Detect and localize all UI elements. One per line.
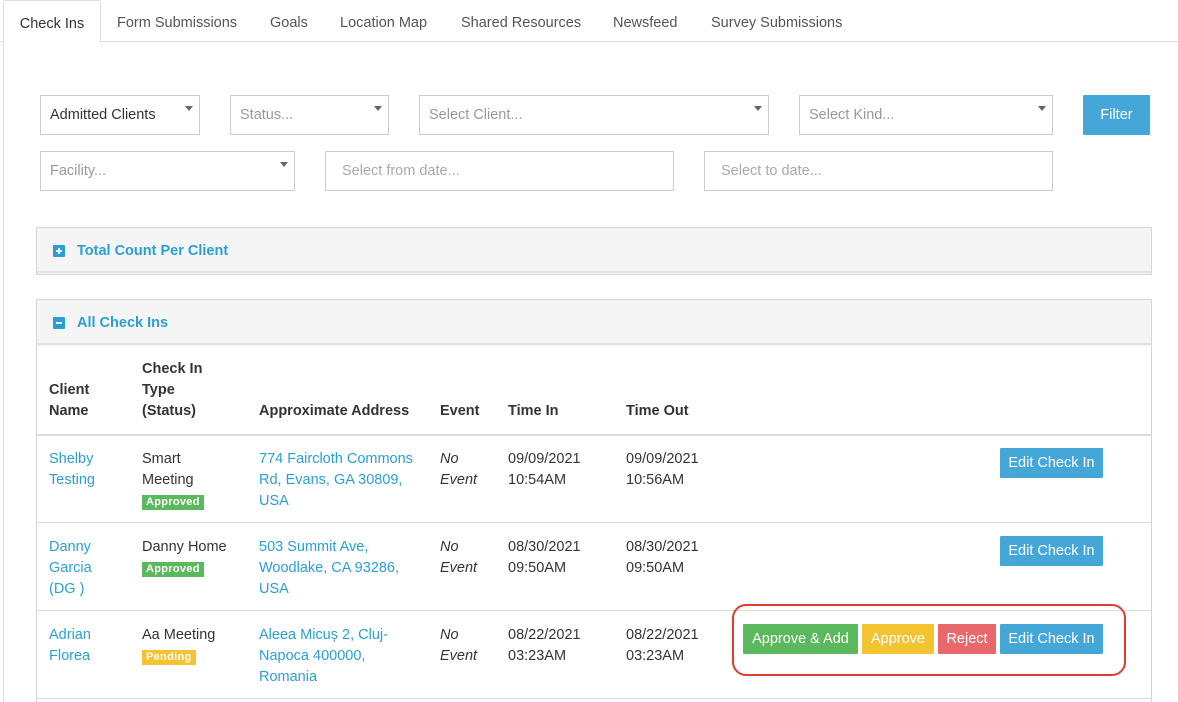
time-out-value: 09/09/2021 10:56AM [626, 451, 699, 488]
facility-placeholder: Facility... [50, 163, 107, 179]
kind-select[interactable]: Select Kind... [799, 95, 1053, 135]
header-address: Approximate Address [259, 403, 410, 419]
status-badge: Approved [142, 495, 204, 510]
time-in-value: 08/22/2021 03:23AM [508, 627, 581, 664]
caret-down-icon [374, 106, 382, 111]
kind-placeholder: Select Kind... [809, 107, 895, 123]
from-date-placeholder: Select from date... [342, 163, 460, 179]
client-scope-value: Admitted Clients [50, 107, 156, 123]
client-name-link[interactable]: Danny Garcia (DG ) [49, 537, 92, 600]
header-check-in-type: Check In Type (Status) [142, 361, 203, 419]
header-event: Event [440, 403, 480, 419]
caret-down-icon [185, 106, 193, 111]
filter-button[interactable]: Filter [1083, 95, 1150, 135]
tab-check-ins[interactable]: Check Ins [3, 0, 101, 43]
event-value: No Event [440, 539, 478, 576]
all-check-ins-panel: All Check Ins [36, 299, 1152, 347]
address-link[interactable]: 774 Faircloth Commons Rd, Evans, GA 30809… [259, 449, 413, 512]
edit-check-in-button[interactable]: Edit Check In [1000, 448, 1103, 478]
total-count-panel-header[interactable]: Total Count Per Client [37, 228, 1151, 273]
check-in-type: Smart Meeting Approved [142, 449, 204, 512]
to-date-input[interactable]: Select to date... [704, 151, 1053, 191]
header-divider [37, 434, 1151, 436]
from-date-input[interactable]: Select from date... [325, 151, 674, 191]
time-out-value: 08/30/2021 09:50AM [626, 539, 699, 576]
caret-down-icon [754, 106, 762, 111]
time-out-value: 08/22/2021 03:23AM [626, 627, 699, 664]
tab-location-map[interactable]: Location Map [324, 0, 443, 43]
all-check-ins-panel-header[interactable]: All Check Ins [37, 300, 1151, 345]
event-value: No Event [440, 627, 478, 664]
check-in-type: Danny Home Approved [142, 539, 227, 577]
time-in-value: 08/30/2021 09:50AM [508, 539, 581, 576]
row-divider [37, 522, 1151, 523]
status-select[interactable]: Status... [230, 95, 389, 135]
tab-shared-resources[interactable]: Shared Resources [445, 0, 597, 43]
client-name-link[interactable]: Shelby Testing [49, 449, 95, 491]
event-value: No Event [440, 451, 478, 488]
client-name-link[interactable]: Adrian Florea [49, 625, 91, 667]
status-badge: Pending [142, 650, 196, 665]
facility-select[interactable]: Facility... [40, 151, 295, 191]
all-check-ins-title[interactable]: All Check Ins [77, 315, 168, 331]
edit-check-in-button[interactable]: Edit Check In [1000, 536, 1103, 566]
tab-form-submissions[interactable]: Form Submissions [101, 0, 253, 43]
status-placeholder: Status... [240, 107, 294, 123]
status-badge: Approved [142, 562, 204, 577]
plus-square-icon[interactable] [53, 245, 65, 257]
client-scope-select[interactable]: Admitted Clients [40, 95, 200, 135]
total-count-panel: Total Count Per Client [36, 227, 1152, 275]
client-placeholder: Select Client... [429, 107, 523, 123]
tab-bar: Check Ins Form Submissions Goals Locatio… [0, 0, 1178, 43]
highlight-annotation [732, 604, 1126, 676]
caret-down-icon [280, 162, 288, 167]
header-time-in: Time In [508, 403, 559, 419]
address-link[interactable]: Aleea Micuș 2, Cluj- Napoca 400000, Romani… [259, 625, 388, 688]
tab-newsfeed[interactable]: Newsfeed [597, 0, 693, 43]
header-client-name: Client Name [49, 382, 90, 419]
minus-square-icon[interactable] [53, 317, 65, 329]
tab-goals[interactable]: Goals [254, 0, 324, 43]
check-in-type: Aa Meeting Pending [142, 627, 216, 665]
address-link[interactable]: 503 Summit Ave, Woodlake, CA 93286, USA [259, 537, 399, 600]
time-in-value: 09/09/2021 10:54AM [508, 451, 581, 488]
row-divider [37, 698, 1151, 699]
header-time-out: Time Out [626, 403, 689, 419]
client-select[interactable]: Select Client... [419, 95, 769, 135]
tab-survey-submissions[interactable]: Survey Submissions [695, 0, 858, 43]
total-count-title[interactable]: Total Count Per Client [77, 243, 228, 259]
to-date-placeholder: Select to date... [721, 163, 822, 179]
caret-down-icon [1038, 106, 1046, 111]
